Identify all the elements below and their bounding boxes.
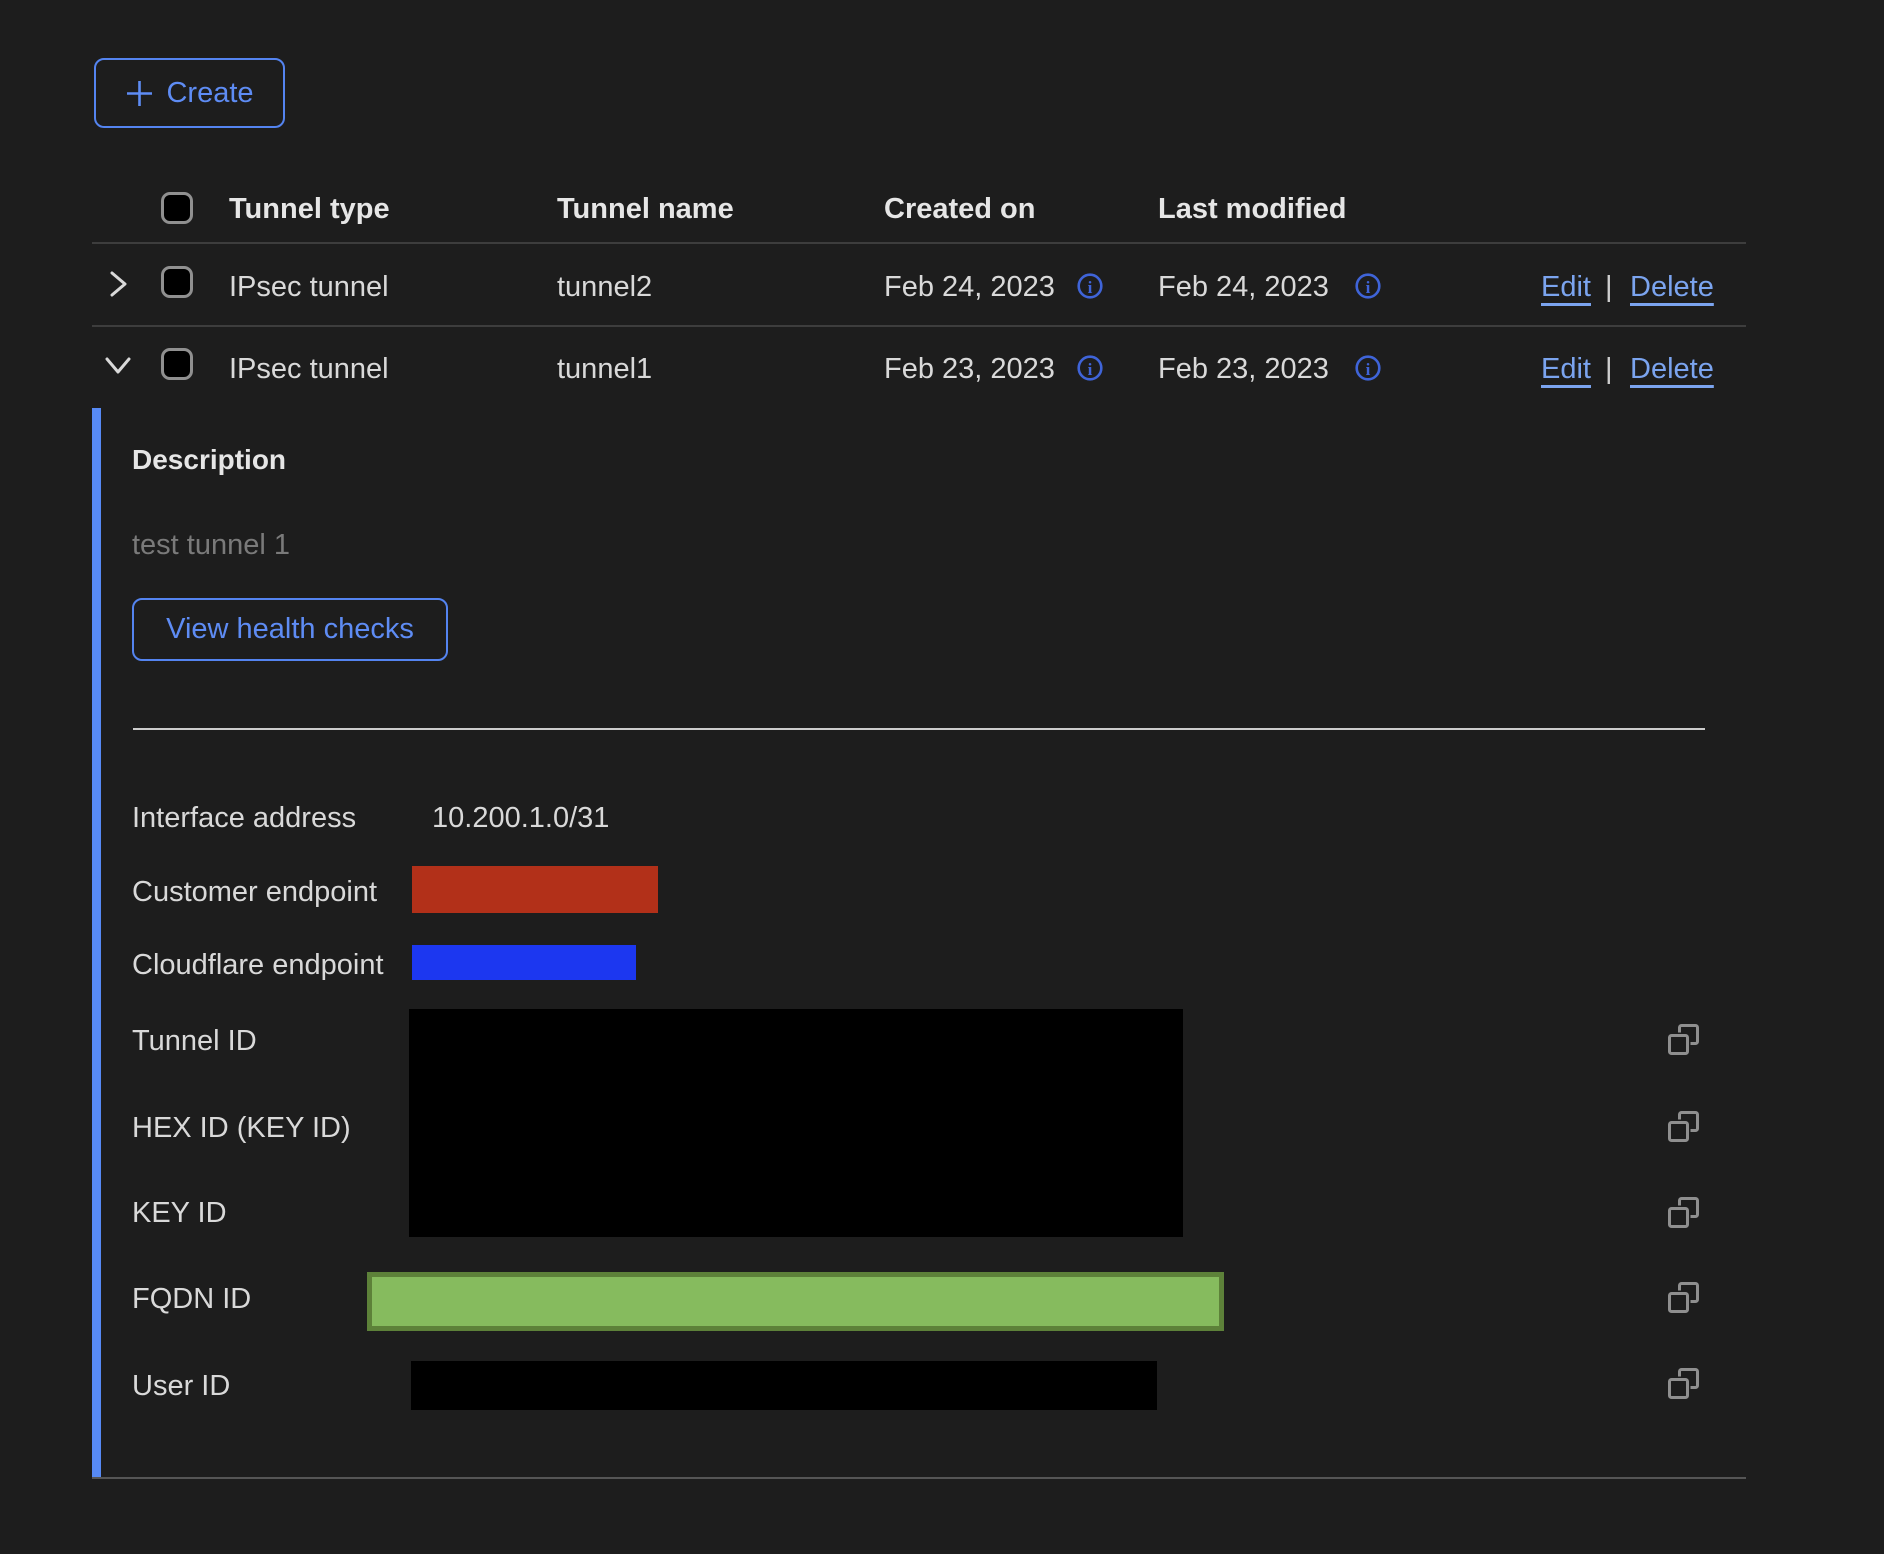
svg-text:i: i bbox=[1088, 360, 1093, 379]
svg-text:i: i bbox=[1366, 278, 1371, 297]
svg-text:i: i bbox=[1366, 360, 1371, 379]
svg-text:i: i bbox=[1088, 278, 1093, 297]
